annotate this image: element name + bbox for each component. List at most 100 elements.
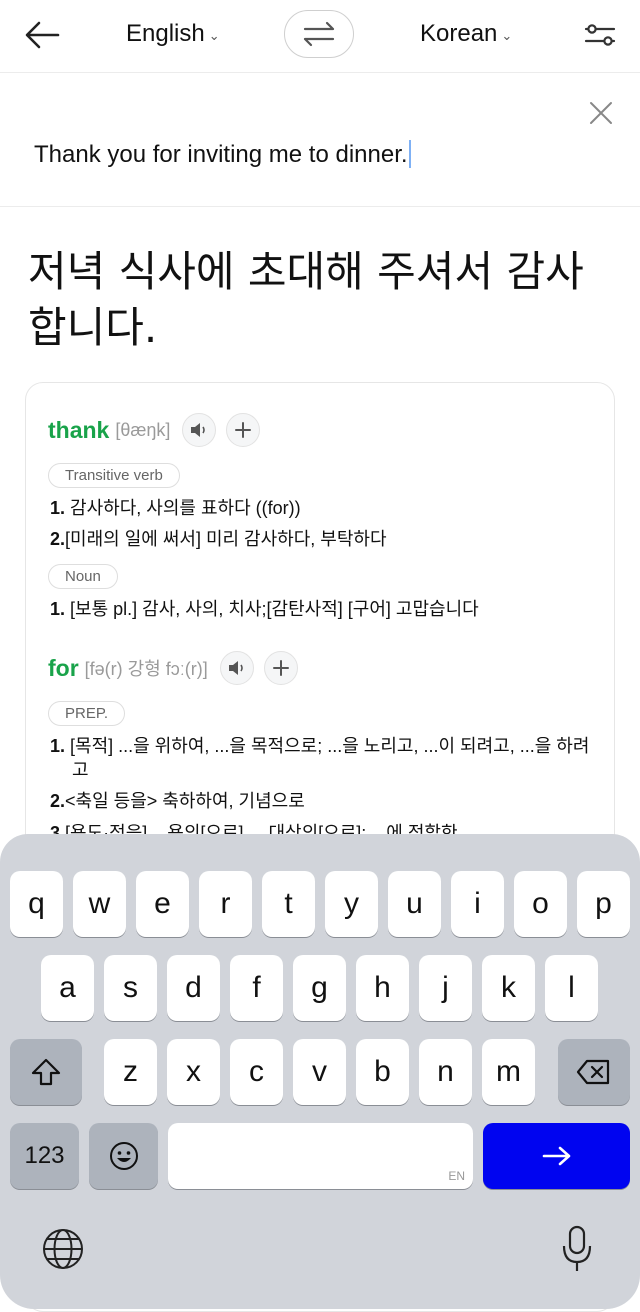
dictation-button[interactable] [560, 1224, 594, 1274]
key-z[interactable]: z [104, 1039, 157, 1105]
key-l[interactable]: l [545, 955, 598, 1021]
add-word-button[interactable] [226, 413, 261, 447]
key-k[interactable]: k [482, 955, 535, 1021]
definition-text: <축일 등을> 축하하여, 기념으로 [65, 791, 305, 811]
key-a[interactable]: a [41, 955, 94, 1021]
definition-line: 2.[미래의 일에 써서] 미리 감사하다, 부탁하다 [50, 527, 387, 551]
swap-arrows-icon [303, 21, 335, 47]
definition-number: 1. [50, 498, 66, 518]
entry-word[interactable]: thank [48, 417, 109, 444]
definition-text: [목적] ...을 위하여, ...을 목적으로; ...을 노리고, ...이… [70, 736, 590, 780]
swap-languages-button[interactable] [284, 10, 354, 58]
pronounce-button[interactable] [219, 651, 254, 685]
pronounce-button[interactable] [182, 413, 217, 447]
key-e[interactable]: e [136, 871, 189, 937]
backspace-icon [576, 1059, 610, 1085]
pos-label: PREP. [48, 701, 126, 726]
settings-button[interactable] [582, 18, 618, 52]
key-t[interactable]: t [262, 871, 315, 937]
delete-key[interactable] [558, 1039, 630, 1105]
entry-word[interactable]: for [48, 655, 79, 682]
key-label: z [123, 1055, 138, 1088]
definition-text: [미래의 일에 써서] 미리 감사하다, 부탁하다 [65, 529, 387, 549]
key-f[interactable]: f [230, 955, 283, 1021]
key-v[interactable]: v [293, 1039, 346, 1105]
definition-number: 1. [50, 599, 66, 619]
key-c[interactable]: c [230, 1039, 283, 1105]
clear-input-button[interactable] [588, 100, 614, 126]
key-u[interactable]: u [388, 871, 441, 937]
back-button[interactable] [22, 18, 62, 52]
speaker-icon [191, 423, 206, 437]
definition-text: 감사하다, 사의를 표하다 ((for)) [70, 498, 301, 518]
key-label: t [284, 887, 293, 920]
key-label: i [474, 887, 481, 920]
key-o[interactable]: o [514, 871, 567, 937]
key-label: p [595, 887, 612, 920]
add-word-button[interactable] [263, 651, 298, 685]
shift-icon [31, 1058, 61, 1086]
key-i[interactable]: i [451, 871, 504, 937]
key-label: n [437, 1055, 454, 1088]
source-text-value: Thank you for inviting me to dinner. [34, 141, 408, 168]
key-d[interactable]: d [167, 955, 220, 1021]
dictionary-entry-header: thank [θæŋk] [48, 413, 261, 447]
key-label: g [311, 971, 328, 1004]
emoji-key[interactable] [89, 1123, 158, 1189]
sliders-icon [584, 24, 616, 46]
key-label: r [220, 887, 231, 920]
entry-phonetic: [θæŋk] [115, 419, 171, 440]
definition-number: 2. [50, 529, 66, 549]
pos-label: Noun [48, 564, 118, 589]
microphone-icon [562, 1225, 592, 1271]
key-label: m [496, 1055, 521, 1088]
pos-label: Transitive verb [48, 463, 180, 488]
source-text-input[interactable]: Thank you for inviting me to dinner. [34, 140, 411, 169]
part-of-speech-badge: Transitive verb [48, 463, 180, 488]
definition-line: 1. [목적] ...을 위하여, ...을 목적으로; ...을 노리고, .… [50, 734, 592, 782]
key-label: b [374, 1055, 391, 1088]
key-label: a [59, 971, 76, 1004]
source-language-select[interactable]: English ⌄ [126, 20, 220, 48]
part-of-speech-badge: PREP. [48, 701, 126, 726]
key-s[interactable]: s [104, 955, 157, 1021]
key-label: k [501, 971, 516, 1004]
key-p[interactable]: p [577, 871, 630, 937]
space-key[interactable]: EN [168, 1123, 473, 1189]
translation-result: 저녁 식사에 초대해 주셔서 감사합니다. [28, 247, 584, 352]
globe-button[interactable] [41, 1227, 85, 1271]
chevron-down-icon: ⌄ [501, 28, 513, 43]
key-n[interactable]: n [419, 1039, 472, 1105]
emoji-icon [109, 1142, 138, 1170]
key-label: y [344, 887, 359, 920]
go-key[interactable] [483, 1123, 630, 1189]
key-x[interactable]: x [167, 1039, 220, 1105]
key-h[interactable]: h [356, 955, 409, 1021]
dictionary-entry-header: for [fə(r) 강형 fɔː(r)] [48, 651, 298, 685]
key-label: x [186, 1055, 201, 1088]
key-label: j [442, 971, 449, 1004]
numbers-key[interactable]: 123 [10, 1123, 79, 1189]
part-of-speech-badge: Noun [48, 564, 118, 589]
key-label: d [185, 971, 202, 1004]
key-w[interactable]: w [73, 871, 126, 937]
target-language-select[interactable]: Korean ⌄ [420, 20, 512, 48]
key-q[interactable]: q [10, 871, 63, 937]
key-label: w [88, 887, 111, 920]
key-y[interactable]: y [325, 871, 378, 937]
key-j[interactable]: j [419, 955, 472, 1021]
key-label: h [374, 971, 391, 1004]
key-label: f [252, 971, 261, 1004]
key-m[interactable]: m [482, 1039, 535, 1105]
key-r[interactable]: r [199, 871, 252, 937]
entry-phonetic: [fə(r) 강형 fɔː(r)] [84, 659, 208, 679]
key-label: v [312, 1055, 327, 1088]
key-b[interactable]: b [356, 1039, 409, 1105]
shift-key[interactable] [10, 1039, 82, 1105]
key-g[interactable]: g [293, 955, 346, 1021]
key-label: o [532, 887, 549, 920]
key-label: q [28, 887, 45, 920]
definition-text: [보통 pl.] 감사, 사의, 치사;[감탄사적] [구어] 고맙습니다 [70, 599, 479, 619]
key-label: l [568, 971, 575, 1004]
definition-line: 1. [보통 pl.] 감사, 사의, 치사;[감탄사적] [구어] 고맙습니다 [50, 597, 479, 621]
